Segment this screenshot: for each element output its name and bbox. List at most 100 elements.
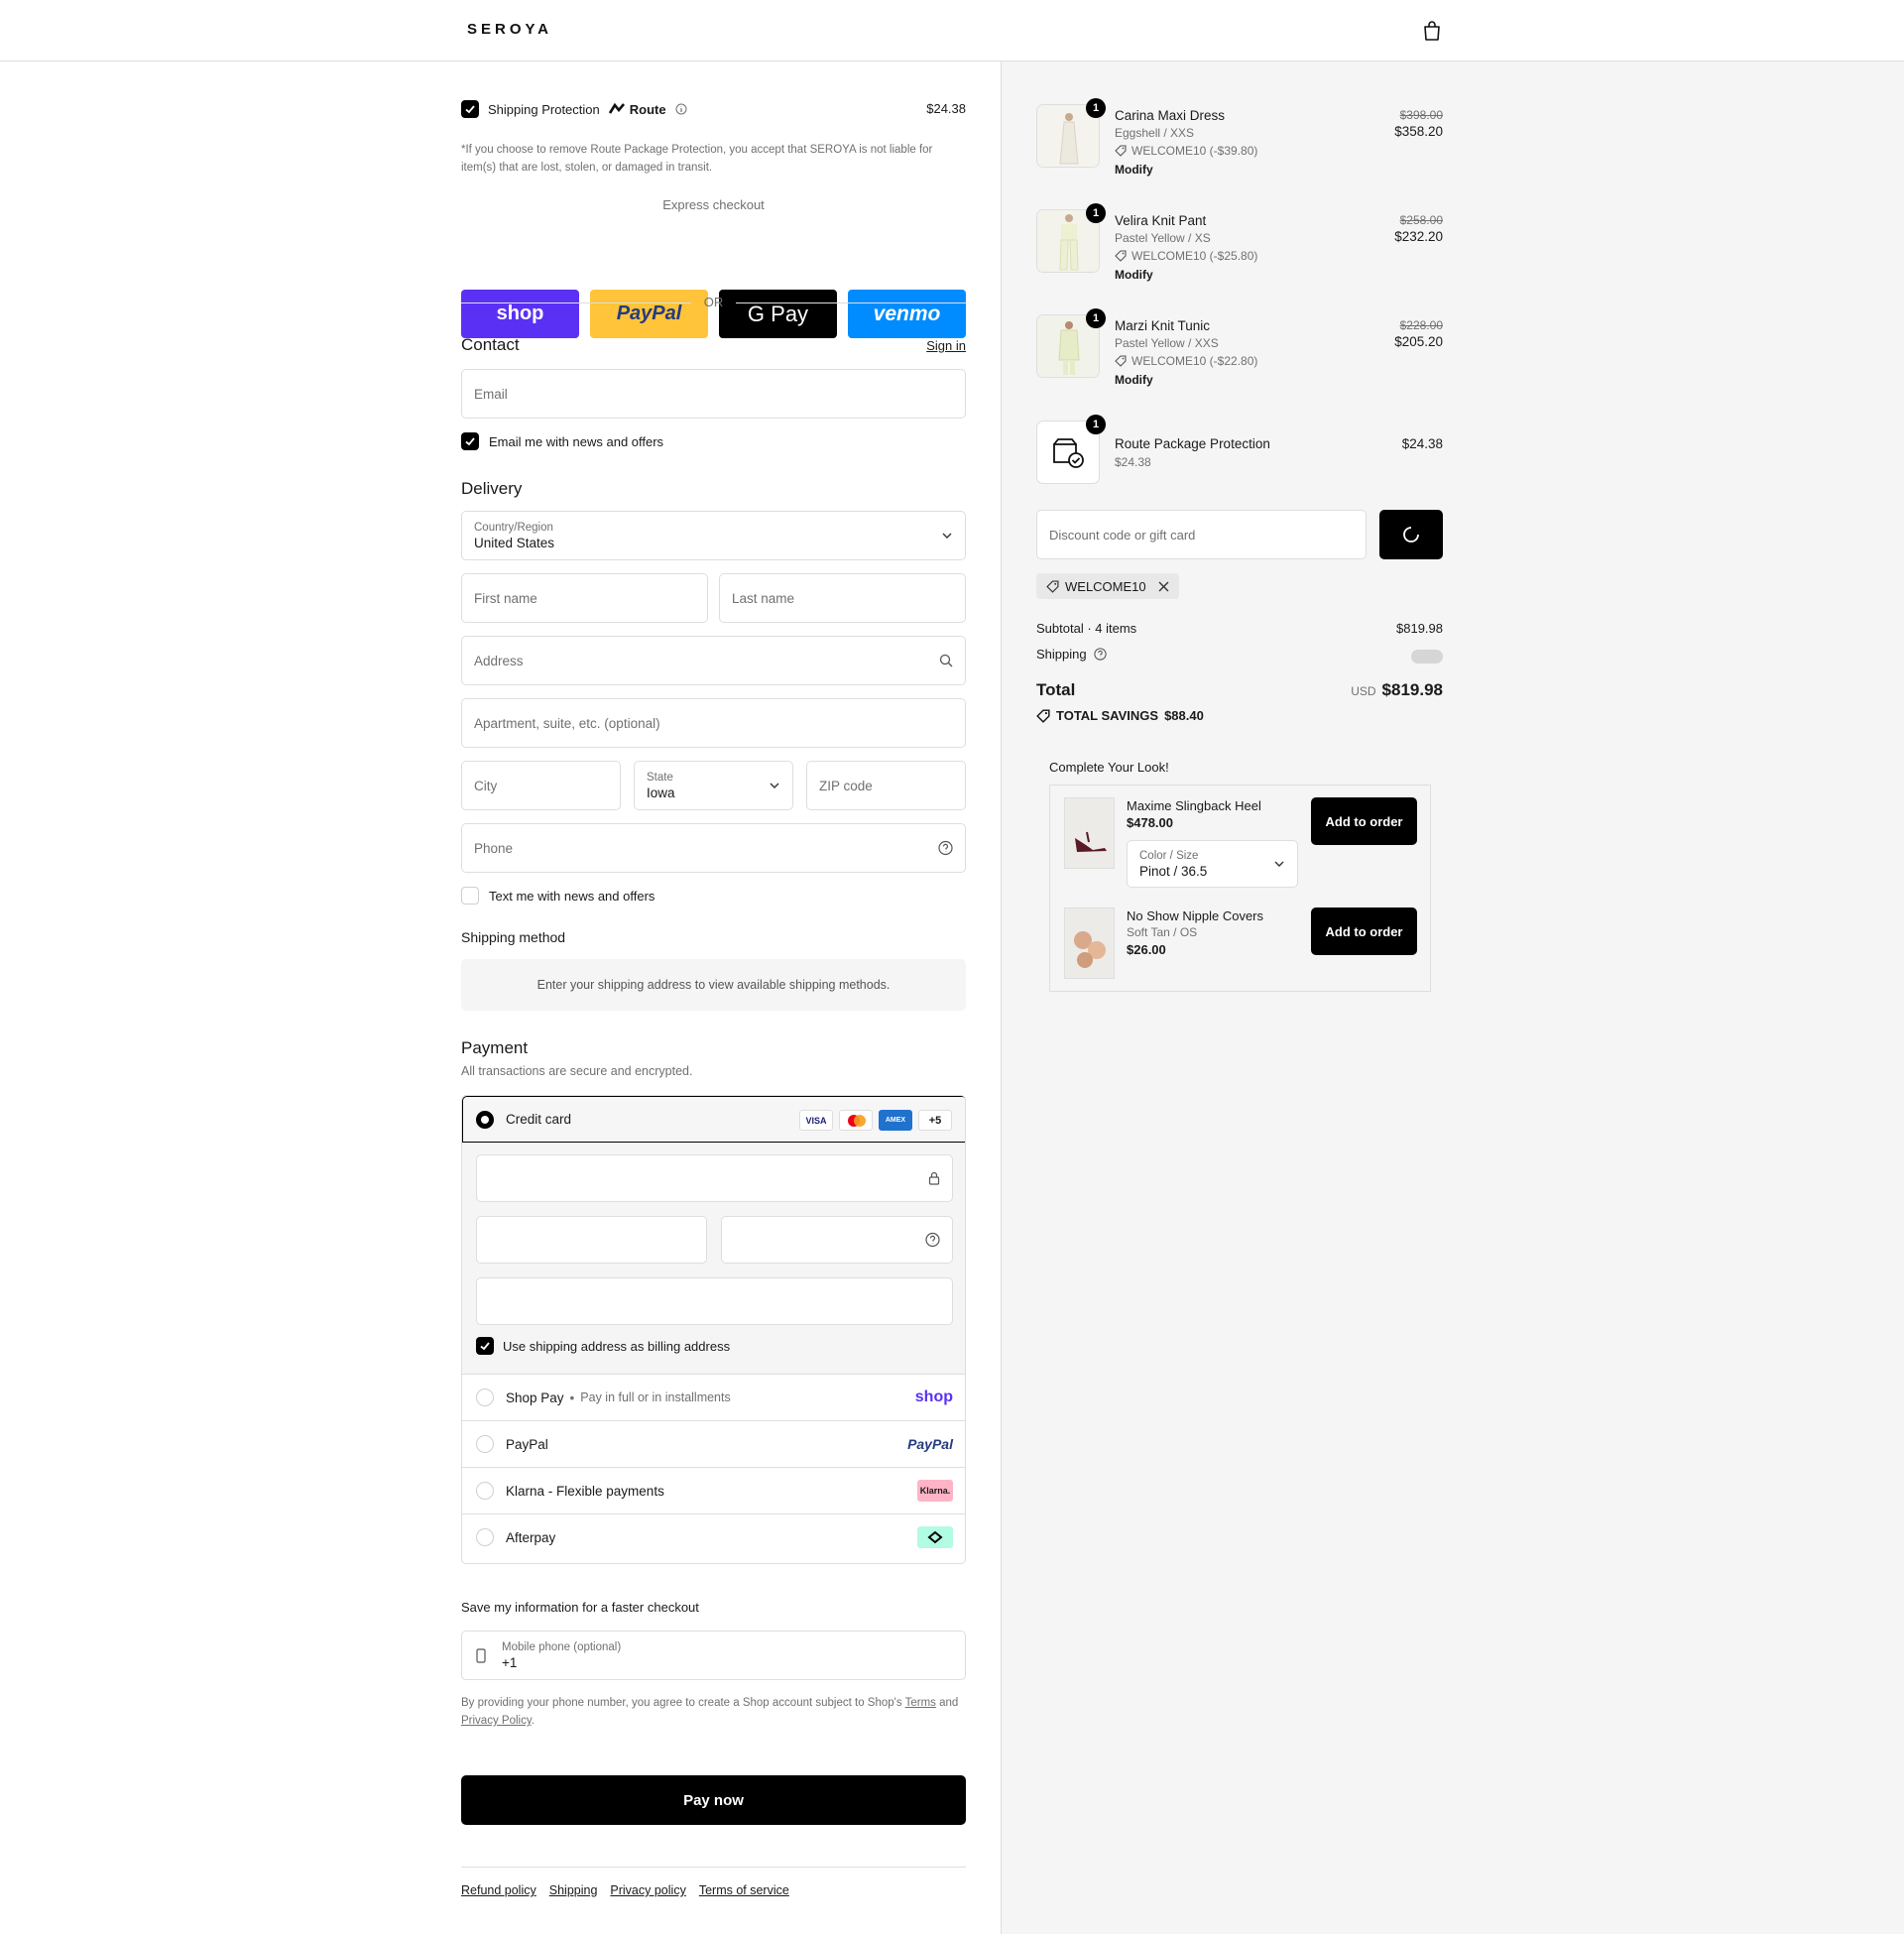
state-select[interactable]: State Iowa bbox=[634, 761, 793, 810]
item-name: Velira Knit Pant bbox=[1115, 213, 1207, 228]
cart-item-route-protection: 1 Route Package Protection $24.38 $24.38 bbox=[1036, 415, 1443, 490]
afterpay-option[interactable]: Afterpay bbox=[462, 1513, 965, 1560]
pay-now-button[interactable]: Pay now bbox=[461, 1775, 966, 1825]
first-name-placeholder: First name bbox=[474, 590, 537, 606]
paypal-radio[interactable] bbox=[476, 1435, 494, 1453]
venmo-label: venmo bbox=[873, 302, 941, 325]
klarna-option[interactable]: Klarna - Flexible payments Klarna. bbox=[462, 1467, 965, 1513]
security-code-field[interactable] bbox=[721, 1216, 953, 1264]
afterpay-icon bbox=[917, 1526, 953, 1548]
modify-button[interactable]: Modify bbox=[1115, 373, 1153, 387]
modify-button[interactable]: Modify bbox=[1115, 268, 1153, 282]
country-select[interactable]: Country/Region United States bbox=[461, 511, 966, 560]
zip-field[interactable]: ZIP code bbox=[806, 761, 966, 810]
shipping-policy-link[interactable]: Shipping bbox=[549, 1883, 598, 1897]
credit-card-option[interactable]: Credit card VISA AMEX +5 bbox=[462, 1096, 965, 1143]
upsell-item-price: $478.00 bbox=[1127, 815, 1173, 830]
card-number-field[interactable] bbox=[476, 1154, 953, 1202]
address-placeholder: Address bbox=[474, 653, 524, 668]
item-original-price: $228.00 bbox=[1399, 318, 1443, 332]
text-news-checkbox[interactable] bbox=[461, 887, 479, 905]
info-icon[interactable] bbox=[675, 103, 687, 115]
zip-placeholder: ZIP code bbox=[819, 778, 873, 793]
shop-pay-button[interactable]: shop bbox=[461, 290, 579, 338]
state-label: State bbox=[647, 771, 673, 784]
shipping-method-message: Enter your shipping address to view avai… bbox=[461, 959, 966, 1011]
mobile-phone-field[interactable]: Mobile phone (optional) +1 bbox=[461, 1631, 966, 1680]
shipping-protection-checkbox[interactable] bbox=[461, 100, 479, 118]
item-price: $358.20 bbox=[1394, 124, 1443, 139]
klarna-logo: Klarna. bbox=[917, 1480, 953, 1502]
phone-field[interactable]: Phone bbox=[461, 823, 966, 873]
shop-pay-option[interactable]: Shop Pay • Pay in full or in installment… bbox=[462, 1374, 965, 1420]
refund-policy-link[interactable]: Refund policy bbox=[461, 1883, 536, 1897]
item-discount: WELCOME10 (-$22.80) bbox=[1115, 354, 1257, 368]
billing-address-checkbox[interactable] bbox=[476, 1337, 494, 1355]
item-name: Carina Maxi Dress bbox=[1115, 108, 1226, 123]
help-circle-icon[interactable] bbox=[925, 1232, 940, 1248]
modify-button[interactable]: Modify bbox=[1115, 163, 1153, 177]
google-pay-label: G Pay bbox=[747, 301, 809, 326]
email-news-checkbox[interactable] bbox=[461, 432, 479, 450]
privacy-link[interactable]: Privacy Policy bbox=[461, 1715, 532, 1727]
discount-code-field[interactable]: Discount code or gift card bbox=[1036, 510, 1367, 559]
email-field[interactable]: Email bbox=[461, 369, 966, 419]
paypal-option[interactable]: PayPal PayPal bbox=[462, 1420, 965, 1467]
text-news-label: Text me with news and offers bbox=[489, 888, 655, 904]
item-discount: WELCOME10 (-$25.80) bbox=[1115, 249, 1257, 263]
footer-divider bbox=[461, 1867, 966, 1868]
paypal-logo: PayPal bbox=[907, 1436, 953, 1452]
add-to-order-button[interactable]: Add to order bbox=[1311, 797, 1417, 845]
help-circle-icon[interactable] bbox=[938, 840, 953, 856]
first-name-field[interactable]: First name bbox=[461, 573, 708, 623]
afterpay-option-label: Afterpay bbox=[506, 1529, 556, 1545]
subtotal-label: Subtotal · 4 items bbox=[1036, 621, 1137, 636]
loading-spinner-icon bbox=[1403, 527, 1419, 543]
shopping-bag-icon[interactable] bbox=[1422, 20, 1442, 42]
privacy-policy-link[interactable]: Privacy policy bbox=[610, 1883, 685, 1897]
cart-item: 1 Marzi Knit Tunic Pastel Yellow / XXS W… bbox=[1036, 308, 1443, 387]
route-item-price: $24.38 bbox=[1401, 436, 1443, 451]
mobile-phone-icon bbox=[476, 1648, 486, 1663]
contact-title: Contact bbox=[461, 335, 520, 354]
lock-icon bbox=[928, 1171, 940, 1185]
apply-discount-button[interactable] bbox=[1379, 510, 1443, 559]
google-pay-button[interactable]: G Pay bbox=[719, 290, 837, 338]
upsell-variant-select[interactable]: Color / Size Pinot / 36.5 bbox=[1127, 840, 1298, 888]
apartment-field[interactable]: Apartment, suite, etc. (optional) bbox=[461, 698, 966, 748]
address-field[interactable]: Address bbox=[461, 636, 966, 685]
name-on-card-field[interactable] bbox=[476, 1277, 953, 1325]
shop-pay-label: shop bbox=[496, 302, 544, 324]
payment-options: Credit card VISA AMEX +5 Use shipping ad… bbox=[461, 1095, 966, 1564]
total-savings-label: TOTAL SAVINGS bbox=[1056, 708, 1159, 723]
terms-link[interactable]: Terms bbox=[905, 1697, 936, 1709]
route-item-name: Route Package Protection bbox=[1115, 436, 1270, 451]
venmo-button[interactable]: venmo bbox=[848, 290, 966, 338]
upsell-item-name: No Show Nipple Covers bbox=[1127, 908, 1264, 923]
cart-item: 1 Carina Maxi Dress Eggshell / XXS WELCO… bbox=[1036, 98, 1443, 177]
upsell-product-image bbox=[1064, 907, 1115, 979]
terms-of-service-link[interactable]: Terms of service bbox=[699, 1883, 789, 1897]
afterpay-radio[interactable] bbox=[476, 1528, 494, 1546]
paypal-option-label: PayPal bbox=[506, 1436, 548, 1452]
applied-discount-code: WELCOME10 bbox=[1065, 578, 1146, 594]
header: SEROYA bbox=[0, 0, 1904, 61]
sign-in-link[interactable]: Sign in bbox=[926, 338, 966, 353]
expiration-field[interactable] bbox=[476, 1216, 707, 1264]
visa-icon: VISA bbox=[799, 1110, 833, 1131]
store-logo[interactable]: SEROYA bbox=[467, 21, 552, 38]
close-icon[interactable] bbox=[1158, 581, 1169, 592]
add-to-order-button[interactable]: Add to order bbox=[1311, 907, 1417, 955]
klarna-radio[interactable] bbox=[476, 1482, 494, 1500]
city-placeholder: City bbox=[474, 778, 498, 793]
divider-right bbox=[736, 302, 966, 303]
last-name-field[interactable]: Last name bbox=[719, 573, 966, 623]
total-value: $819.98 bbox=[1381, 680, 1443, 699]
shop-pay-radio[interactable] bbox=[476, 1389, 494, 1406]
help-circle-icon[interactable] bbox=[1094, 648, 1107, 661]
credit-card-radio[interactable] bbox=[476, 1110, 494, 1129]
city-field[interactable]: City bbox=[461, 761, 621, 810]
item-discount-text: WELCOME10 (-$39.80) bbox=[1131, 144, 1258, 158]
quantity-badge: 1 bbox=[1086, 415, 1106, 434]
total-savings-row: TOTAL SAVINGS $88.40 bbox=[1036, 708, 1443, 723]
